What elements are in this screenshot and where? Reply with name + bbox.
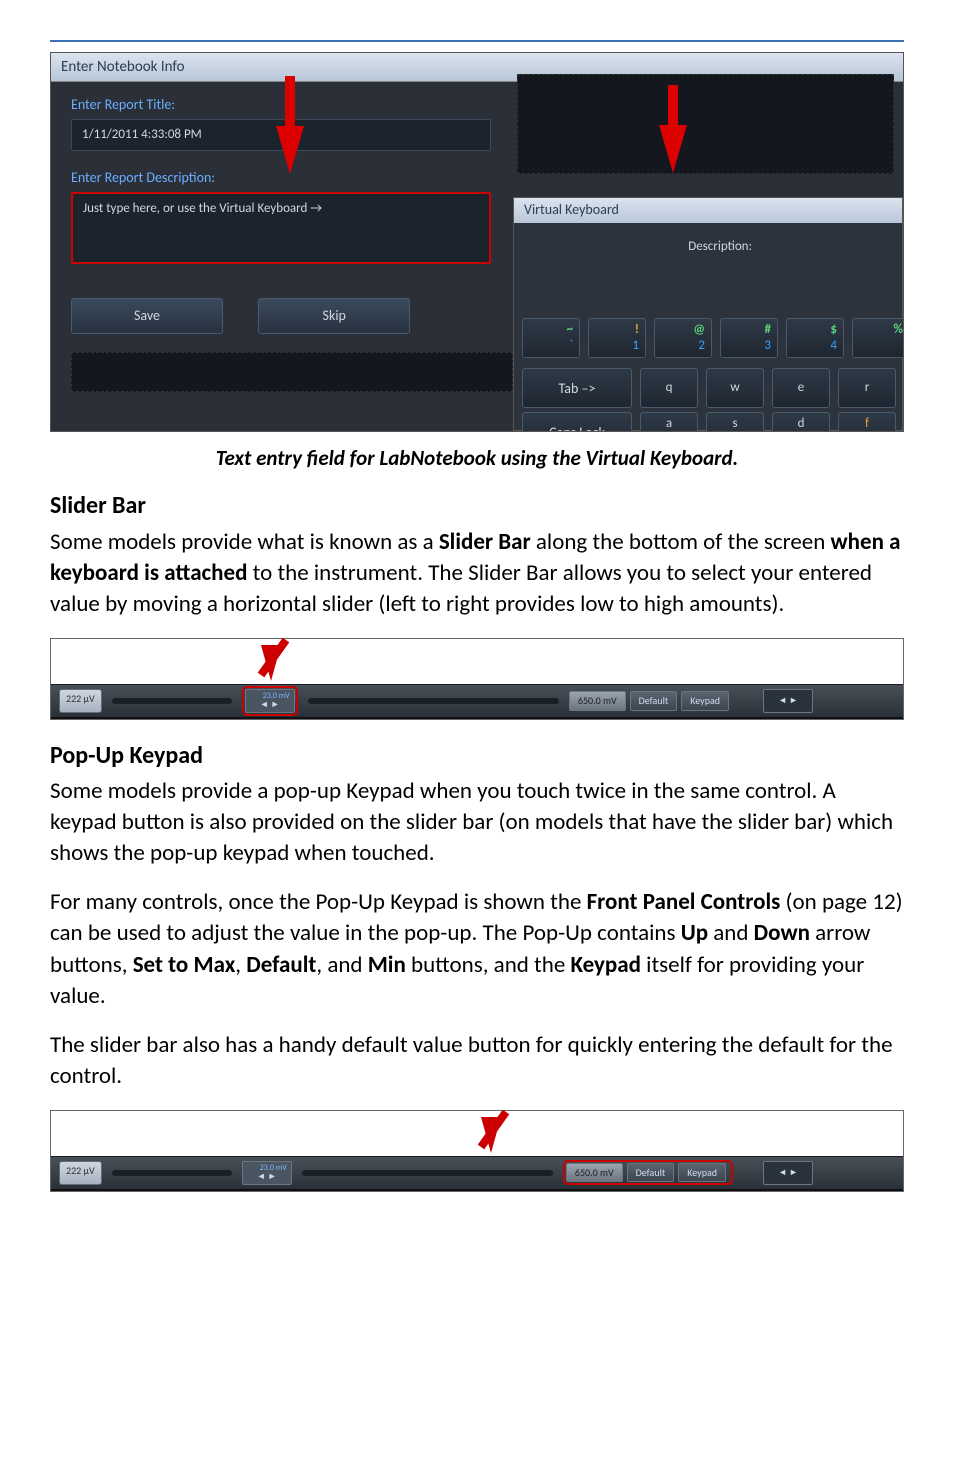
annotation-swoosh-icon (707, 52, 904, 73)
slider-nav-arrows[interactable]: ◄ ► (763, 1161, 813, 1185)
key-a[interactable]: a (640, 412, 698, 432)
key-d[interactable]: d (772, 412, 830, 432)
vk-description-label: Description: (688, 238, 752, 256)
vk-title: Virtual Keyboard (514, 198, 902, 223)
key-q[interactable]: q (640, 368, 698, 408)
key-5[interactable]: % (852, 318, 904, 358)
slider-mini-readout[interactable]: 23.0 mV ◄ ► (242, 1161, 292, 1185)
screenshot-enter-notebook: Enter Notebook Info Enter Report Title: … (50, 52, 904, 432)
report-desc-field[interactable]: Just type here, or use the Virtual Keybo… (71, 192, 491, 264)
paragraph: The slider bar also has a handy default … (50, 1030, 904, 1092)
key-tab[interactable]: Tab –> (522, 368, 632, 408)
slider-value-button[interactable]: 650.0 mV (569, 691, 626, 711)
annotation-arrow-icon (659, 125, 687, 173)
value-chip: 222 µV (59, 689, 102, 713)
annotation-arrow-icon (451, 1107, 521, 1157)
keypad-button[interactable]: Keypad (678, 1163, 726, 1183)
heading-slider-bar: Slider Bar (50, 490, 904, 522)
annotation-arrow-icon (285, 76, 295, 126)
save-button[interactable]: Save (71, 298, 223, 335)
skip-button[interactable]: Skip (258, 298, 410, 335)
figure-caption: Text entry field for LabNotebook using t… (50, 444, 904, 472)
paragraph: Some models provide what is known as a S… (50, 527, 904, 620)
slider-track[interactable] (112, 698, 232, 704)
default-button[interactable]: Default (627, 1163, 675, 1183)
annotation-arrow-icon (231, 635, 301, 685)
paragraph: Some models provide a pop-up Keypad when… (50, 776, 904, 869)
key-w[interactable]: w (706, 368, 764, 408)
key-2[interactable]: @2 (654, 318, 712, 358)
slider-bar-figure-2: 222 µV 23.0 mV ◄ ► 650.0 mV Default Keyp… (50, 1110, 904, 1192)
key-3[interactable]: #3 (720, 318, 778, 358)
slider-bar-figure-1: 222 µV 23.0 mV ◄ ► 650.0 mV Default Keyp… (50, 638, 904, 720)
slider-track[interactable] (302, 1170, 553, 1176)
annotation-arrow-icon (668, 85, 678, 129)
value-chip: 222 µV (59, 1161, 102, 1185)
slider-mini-readout[interactable]: 23.0 mV ◄ ► (245, 689, 295, 713)
annotation-highlight: 650.0 mV Default Keypad (563, 1160, 733, 1186)
keypad-button[interactable]: Keypad (681, 691, 729, 711)
heading-popup-keypad: Pop-Up Keypad (50, 740, 904, 772)
key-1[interactable]: !1 (588, 318, 646, 358)
key-s[interactable]: s (706, 412, 764, 432)
key-capslock[interactable]: Caps Lock (522, 412, 632, 432)
slider-nav-arrows[interactable]: ◄ ► (763, 689, 813, 713)
slider-track[interactable] (308, 698, 559, 704)
default-button[interactable]: Default (630, 691, 678, 711)
vk-preview-box (517, 74, 894, 174)
slider-track[interactable] (112, 1170, 232, 1176)
virtual-keyboard-panel: Virtual Keyboard Description: ~` !1 @2 #… (513, 197, 903, 431)
paragraph: For many controls, once the Pop-Up Keypa… (50, 887, 904, 1011)
key-f[interactable]: f (838, 412, 896, 432)
annotation-highlight: 23.0 mV ◄ ► (242, 686, 298, 716)
annotation-arrow-icon (276, 126, 304, 174)
key-r[interactable]: r (838, 368, 896, 408)
key-tilde[interactable]: ~` (522, 318, 580, 358)
key-e[interactable]: e (772, 368, 830, 408)
key-4[interactable]: $4 (786, 318, 844, 358)
slider-value-button[interactable]: 650.0 mV (566, 1163, 623, 1183)
